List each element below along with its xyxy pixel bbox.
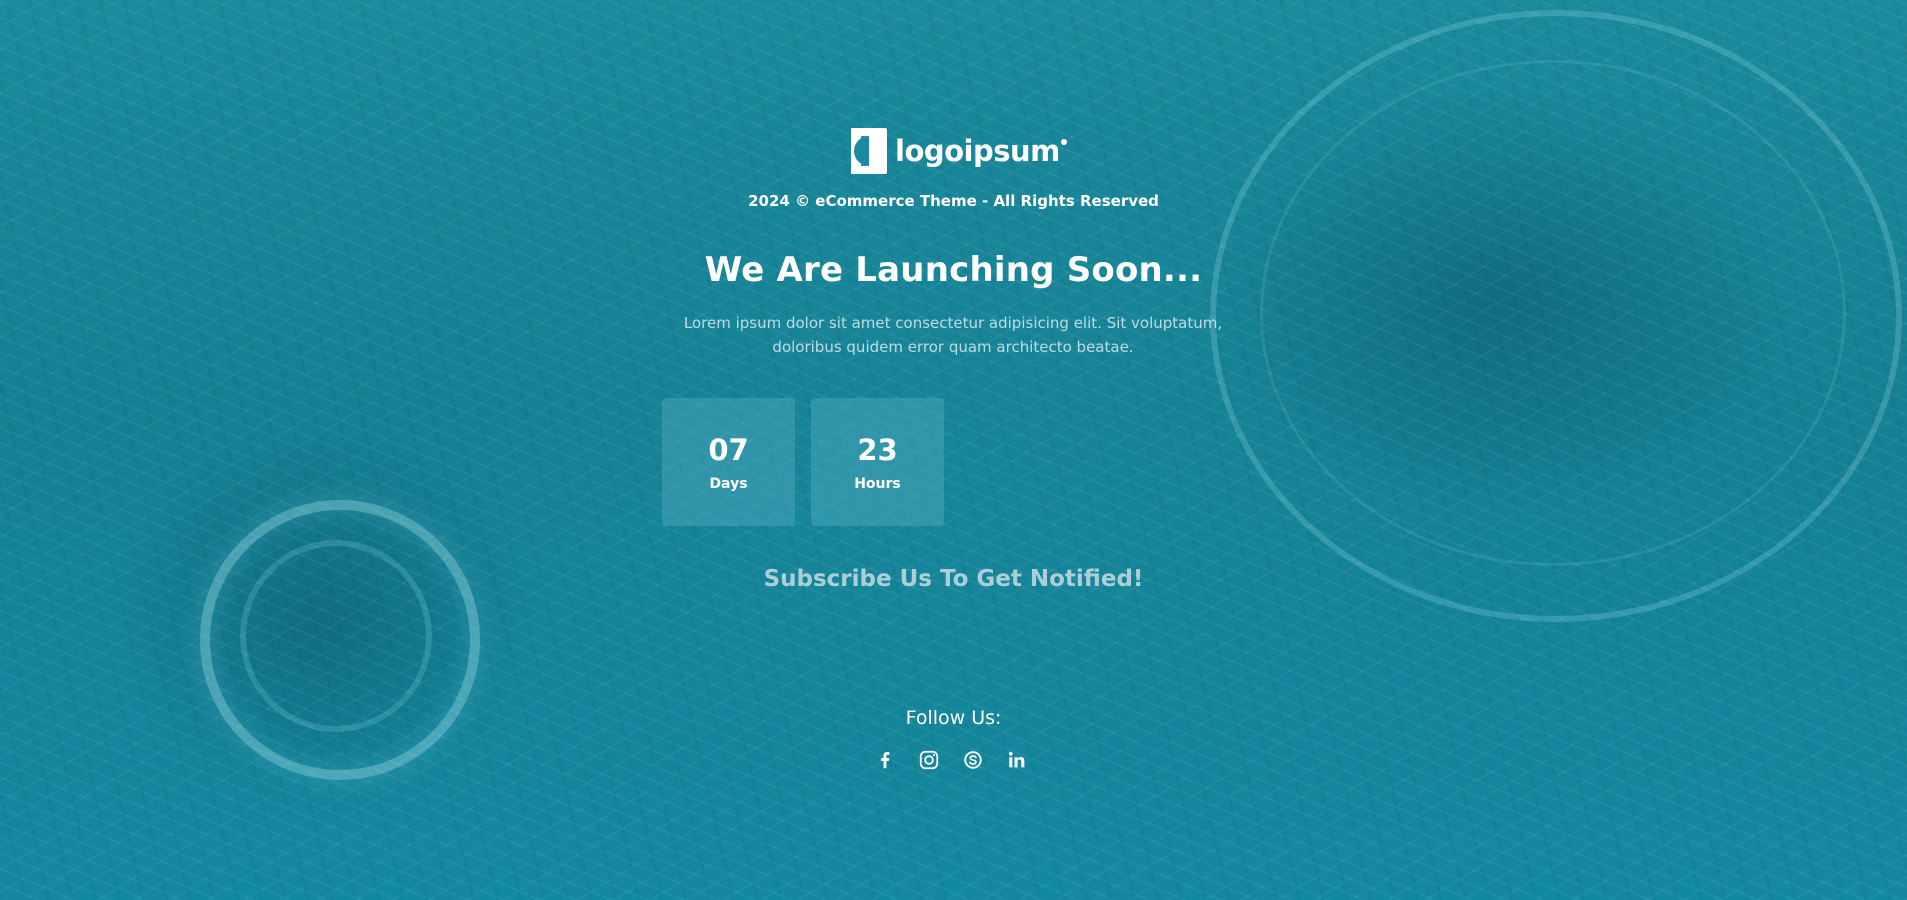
description-text: Lorem ipsum dolor sit amet consectetur a… (683, 314, 1223, 356)
linkedin-icon (1008, 752, 1025, 768)
coming-soon-page: logoipsum 2024 © eCommerce Theme - All R… (0, 0, 1907, 900)
facebook-icon (880, 752, 890, 769)
countdown-hours-label: Hours (854, 476, 901, 492)
subscribe-heading: Subscribe Us To Get Notified! (763, 566, 1144, 592)
follow-label: Follow Us: (905, 707, 1002, 729)
skype-link[interactable] (961, 748, 985, 772)
social-links (873, 748, 1029, 772)
page-title: We Are Launching Soon... (704, 250, 1203, 290)
countdown-days-label: Days (709, 476, 748, 492)
logo-dot (1060, 139, 1067, 145)
countdown-timer: 07 Days 23 Hours (662, 398, 944, 526)
main-content: logoipsum 2024 © eCommerce Theme - All R… (0, 0, 1907, 900)
logo-mark-icon (851, 128, 887, 174)
skype-icon (964, 751, 982, 769)
logo-text: logoipsum (895, 134, 1067, 168)
instagram-icon (919, 750, 939, 770)
instagram-link[interactable] (917, 748, 941, 772)
countdown-hours: 23 Hours (811, 398, 944, 526)
brand-logo[interactable]: logoipsum (851, 127, 1067, 175)
countdown-days-value: 07 (708, 433, 749, 467)
facebook-link[interactable] (873, 748, 897, 772)
copyright-text: 2024 © eCommerce Theme - All Rights Rese… (748, 192, 1159, 210)
countdown-days: 07 Days (662, 398, 795, 526)
countdown-hours-value: 23 (857, 433, 898, 467)
linkedin-link[interactable] (1005, 748, 1029, 772)
